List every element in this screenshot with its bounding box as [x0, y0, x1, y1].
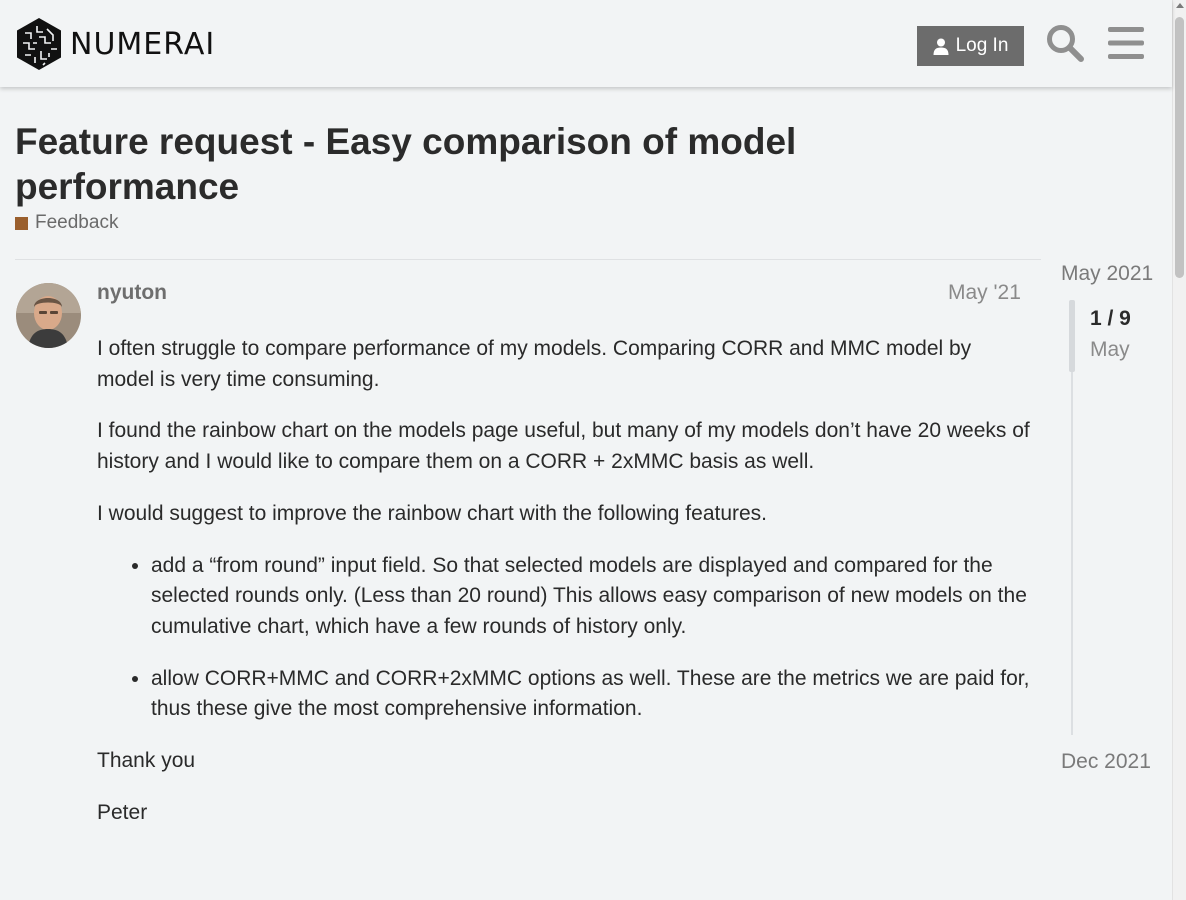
page-scrollbar[interactable] — [1172, 0, 1186, 900]
timeline-start-date[interactable]: May 2021 — [1061, 262, 1153, 286]
site-header: NUMERAI Log In — [0, 0, 1172, 87]
avatar[interactable] — [16, 283, 81, 348]
post-signature: Peter — [97, 800, 148, 824]
category-badge[interactable]: Feedback — [15, 212, 118, 234]
brand-wordmark: NUMERAI — [70, 26, 216, 62]
list-item: allow CORR+MMC and CORR+2xMMC options as… — [151, 664, 1032, 725]
user-icon — [933, 38, 949, 55]
user-avatar-photo — [16, 283, 81, 348]
logo-icon — [17, 18, 61, 70]
category-label: Feedback — [35, 212, 119, 233]
home-logo-link[interactable]: NUMERAI — [15, 17, 215, 71]
hamburger-menu-icon[interactable] — [1108, 26, 1144, 60]
timeline-position: 1 / 9 — [1090, 307, 1131, 330]
post-paragraph: I often struggle to compare performance … — [97, 337, 972, 391]
post-date[interactable]: May '21 — [948, 281, 1021, 305]
feature-list: add a “from round” input field. So that … — [97, 551, 1032, 726]
category-color-swatch — [15, 216, 28, 230]
post-paragraph: I found the rainbow chart on the models … — [97, 419, 1030, 474]
timeline-end-date[interactable]: Dec 2021 — [1061, 750, 1151, 774]
post-username[interactable]: nyuton — [97, 281, 167, 305]
topic-title[interactable]: Feature request - Easy comparison of mod… — [15, 119, 915, 209]
post-closing: Thank you — [97, 749, 196, 773]
timeline-current-month: May — [1090, 338, 1130, 361]
post-body: I often struggle to compare performance … — [97, 334, 1032, 849]
list-item: add a “from round” input field. So that … — [151, 551, 1032, 643]
post-paragraph: I would suggest to improve the rainbow c… — [97, 501, 768, 525]
scroll-up-arrow-icon[interactable] — [1176, 3, 1184, 8]
search-icon[interactable] — [1045, 23, 1085, 63]
scrollbar-thumb[interactable] — [1175, 17, 1184, 278]
topic-divider — [15, 259, 1041, 260]
login-label: Log In — [955, 35, 1009, 56]
login-button[interactable]: Log In — [917, 26, 1024, 66]
timeline-scroll-handle[interactable] — [1069, 300, 1075, 372]
